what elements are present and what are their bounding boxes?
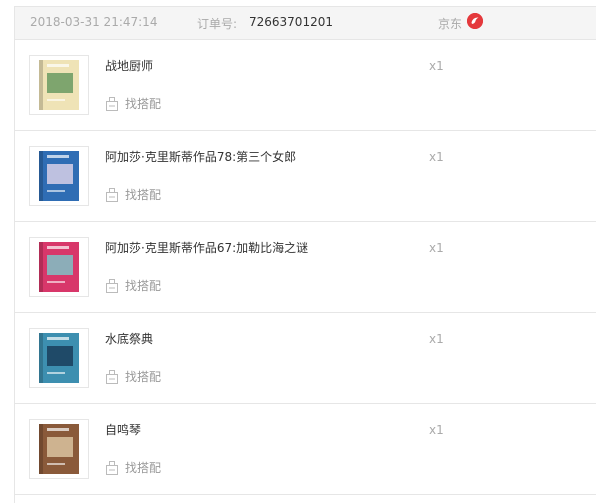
item-quantity: x1 <box>429 150 444 164</box>
item-quantity: x1 <box>429 59 444 73</box>
item-title[interactable]: 阿加莎·克里斯蒂作品78:第三个女郎 <box>105 148 296 165</box>
find-match-label: 找搭配 <box>125 188 162 202</box>
order-date: 2018-03-31 21:47:14 <box>30 15 158 29</box>
order-header: 2018-03-31 21:47:14 订单号: 72663701201 京东 <box>15 7 596 40</box>
item-title[interactable]: 自鸣琴 <box>105 421 141 438</box>
order-number-label: 订单号: <box>197 17 238 31</box>
find-match-button[interactable]: 找搭配 <box>105 277 161 294</box>
order-number[interactable]: 72663701201 <box>249 15 333 29</box>
find-match-button[interactable]: 找搭配 <box>105 186 161 203</box>
puzzle-icon <box>106 460 118 475</box>
find-match-label: 找搭配 <box>125 370 162 384</box>
item-quantity: x1 <box>429 423 444 437</box>
find-match-button[interactable]: 找搭配 <box>105 368 161 385</box>
order-item-row: 阿加莎·克里斯蒂作品67:加勒比海之谜 找搭配 x1 <box>15 222 596 313</box>
puzzle-icon <box>106 278 118 293</box>
item-title[interactable]: 阿加莎·克里斯蒂作品67:加勒比海之谜 <box>105 239 308 256</box>
find-match-label: 找搭配 <box>125 97 162 111</box>
book-cover-thumbnail[interactable] <box>29 328 89 388</box>
order-item-row: 战地厨师 找搭配 x1 <box>15 40 596 131</box>
find-match-label: 找搭配 <box>125 279 162 293</box>
shop-name[interactable]: 京东 <box>438 15 462 32</box>
item-title[interactable]: 战地厨师 <box>105 57 153 74</box>
order-card: 2018-03-31 21:47:14 订单号: 72663701201 京东 … <box>14 6 596 503</box>
order-items-list: 战地厨师 找搭配 x1 阿加莎·克里斯蒂作品78:第三个女郎 找搭配 x1 阿加… <box>15 40 596 495</box>
item-quantity: x1 <box>429 332 444 346</box>
book-cover-thumbnail[interactable] <box>29 237 89 297</box>
find-match-label: 找搭配 <box>125 461 162 475</box>
puzzle-icon <box>106 369 118 384</box>
item-quantity: x1 <box>429 241 444 255</box>
find-match-button[interactable]: 找搭配 <box>105 95 161 112</box>
find-match-button[interactable]: 找搭配 <box>105 459 161 476</box>
book-cover-thumbnail[interactable] <box>29 146 89 206</box>
order-item-row: 阿加莎·克里斯蒂作品78:第三个女郎 找搭配 x1 <box>15 131 596 222</box>
order-item-row: 水底祭典 找搭配 x1 <box>15 313 596 404</box>
puzzle-icon <box>106 96 118 111</box>
book-cover-thumbnail[interactable] <box>29 419 89 479</box>
order-item-row: 自鸣琴 找搭配 x1 <box>15 404 596 495</box>
puzzle-icon <box>106 187 118 202</box>
item-title[interactable]: 水底祭典 <box>105 330 153 347</box>
book-cover-thumbnail[interactable] <box>29 55 89 115</box>
jd-shop-logo-icon[interactable] <box>467 13 483 29</box>
